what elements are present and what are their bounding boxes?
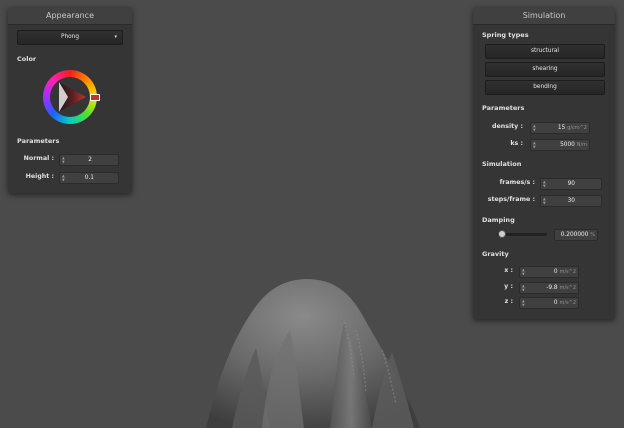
height-label: Height : [25,173,54,180]
spinner-icon[interactable]: ▲ ▼ [62,174,66,182]
normal-label: Normal : [23,155,54,162]
gravity-x-label: x : [504,267,513,274]
damping-value: 0.200000 [560,232,589,238]
gravity-y-unit: m/s^2 [559,285,576,291]
spinner-icon[interactable]: ▲ ▼ [543,197,547,205]
fps-field[interactable]: ▲ ▼ 90 [540,178,602,190]
sim-params-label: Parameters [482,104,525,112]
normal-value: 2 [88,157,92,163]
sim-section-label: Simulation [482,160,522,168]
gravity-z-unit: m/s^2 [559,300,576,306]
saturation-triangle[interactable] [43,70,97,124]
spinner-icon[interactable]: ▲ ▼ [533,141,537,149]
damping-unit: % [590,232,595,238]
gravity-label: Gravity [482,250,509,258]
hue-picker-marker[interactable] [90,94,100,101]
gravity-x-value: 0 [553,269,558,275]
steps-value: 30 [567,198,575,204]
ks-label: ks : [510,140,523,147]
density-value: 15 [557,125,566,131]
simulation-panel: Simulation Spring types structural shear… [473,7,615,319]
gravity-z-field[interactable]: ▲ ▼ 0 m/s^2 [519,297,579,309]
fps-value: 90 [567,181,575,187]
damping-slider-knob[interactable] [497,230,506,238]
appearance-title: Appearance [8,7,132,25]
color-wheel[interactable] [43,70,100,124]
gravity-z-label: z : [504,298,513,305]
ks-unit: N/m [576,142,587,148]
ks-value: 5000 [560,142,575,148]
damping-slider[interactable] [497,229,547,239]
spinner-icon[interactable]: ▲ ▼ [522,299,526,307]
spinner-icon[interactable]: ▲ ▼ [543,180,547,188]
gravity-x-unit: m/s^2 [559,269,576,275]
spring-types-label: Spring types [482,31,529,39]
gravity-y-field[interactable]: ▲ ▼ -9.8 m/s^2 [519,282,579,294]
structural-button[interactable]: structural [485,44,605,59]
height-field[interactable]: ▲ ▼ 0.1 [59,172,119,184]
steps-field[interactable]: ▲ ▼ 30 [540,195,602,207]
gravity-x-field[interactable]: ▲ ▼ 0 m/s^2 [519,266,579,278]
shader-select[interactable]: Phong ▾ [17,30,123,45]
appearance-panel: Appearance Phong ▾ Color Parameters Norm… [8,7,132,193]
color-section-label: Color [17,55,37,63]
simulation-title: Simulation [473,7,615,25]
fps-label: frames/s : [499,179,535,186]
spinner-icon[interactable]: ▲ ▼ [522,268,526,276]
gravity-y-value: -9.8 [546,285,558,291]
appearance-params-label: Parameters [17,137,60,145]
spinner-icon[interactable]: ▲ ▼ [533,124,537,132]
shader-select-value: Phong [60,34,80,40]
gravity-y-label: y : [504,283,513,290]
density-label: density : [492,123,523,130]
normal-field[interactable]: ▲ ▼ 2 [59,154,119,166]
ks-field[interactable]: ▲ ▼ 5000 N/m [530,139,590,151]
density-field[interactable]: ▲ ▼ 15 g/cm^2 [530,122,590,134]
damping-field[interactable]: 0.200000 % [554,229,598,241]
shearing-button[interactable]: shearing [485,62,605,77]
height-value: 0.1 [84,175,94,181]
bending-button[interactable]: bending [485,80,605,95]
damping-label: Damping [482,216,515,224]
spinner-icon[interactable]: ▲ ▼ [62,156,66,164]
density-unit: g/cm^2 [567,125,587,131]
steps-label: steps/frame : [487,196,535,203]
chevron-down-icon: ▾ [114,34,117,40]
gravity-z-value: 0 [553,300,558,306]
spinner-icon[interactable]: ▲ ▼ [522,284,526,292]
